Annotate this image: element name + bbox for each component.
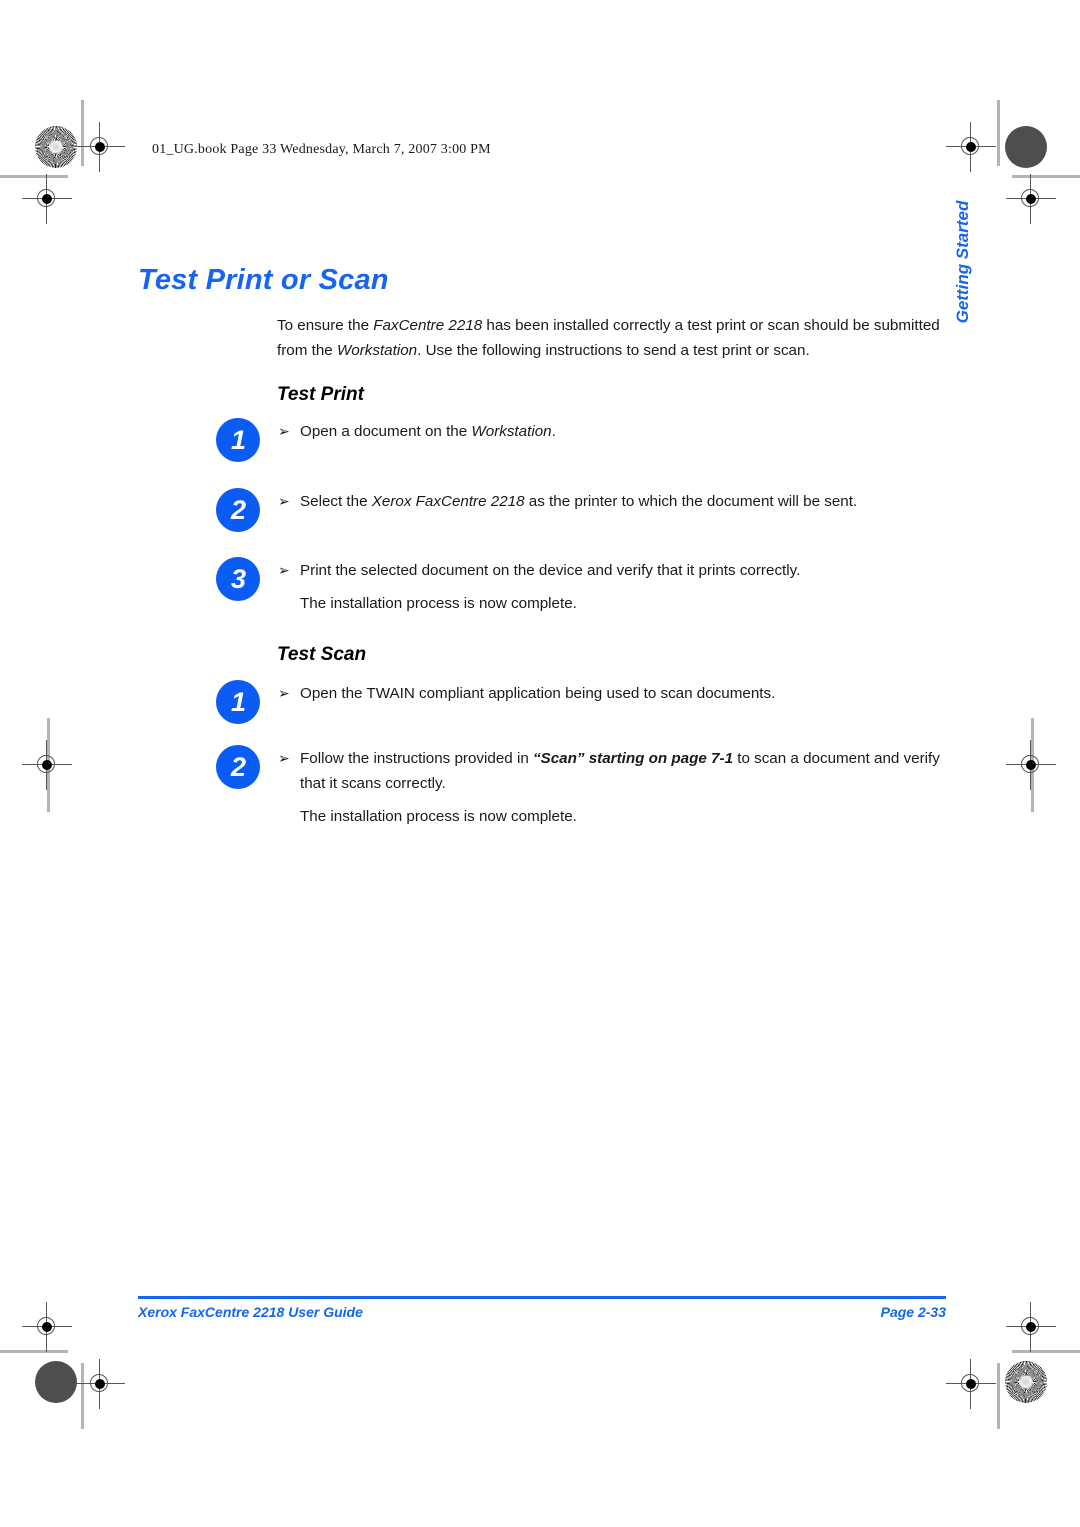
intro-paragraph: To ensure the FaxCentre 2218 has been in…: [277, 313, 945, 363]
footer-guide-title: Xerox FaxCentre 2218 User Guide: [138, 1304, 363, 1320]
registration-mark-bottom-right: [946, 1359, 996, 1409]
radial-target-bottom-right: [1005, 1361, 1047, 1403]
registration-mark-bottom-left: [75, 1359, 125, 1409]
footer-divider: [138, 1296, 946, 1299]
step-number-badge: 2: [216, 488, 260, 532]
intro-italic-2: Workstation: [336, 342, 418, 360]
intro-italic-1: FaxCentre 2218: [373, 317, 483, 335]
registration-mark-upper-right: [1006, 174, 1056, 224]
step-text-2: .: [551, 423, 556, 440]
step-note: The installation process is now complete…: [300, 595, 577, 612]
step-note: The installation process is now complete…: [300, 808, 577, 825]
registration-mark-mid-left: [22, 740, 72, 790]
step-text-1: Select the: [300, 493, 372, 510]
crop-bar-left-upper: [0, 175, 68, 178]
crop-bar-left-lower: [0, 1350, 68, 1353]
step-text-2: as the printer to which the document wil…: [524, 493, 858, 510]
step-text-1: Open a document on the: [300, 423, 472, 440]
arrow-bullet-icon: ➢: [278, 493, 290, 509]
crop-bar-bottom-left: [81, 1363, 84, 1429]
footer-page-number: Page 2-33: [880, 1304, 946, 1320]
step-text: ➢ Select the Xerox FaxCentre 2218 as the …: [278, 489, 946, 514]
step-italic: Xerox FaxCentre 2218: [371, 493, 525, 510]
registration-mark-upper-left: [22, 174, 72, 224]
registration-mark-lower-right: [1006, 1302, 1056, 1352]
crop-bar-right-lower: [1012, 1350, 1080, 1353]
registration-mark-top-left: [75, 122, 125, 172]
registration-mark-top-right: [946, 122, 996, 172]
step-italic: Workstation: [471, 423, 552, 440]
solid-target-top-right: [1005, 126, 1047, 168]
intro-text-3: . Use the following instructions to send…: [417, 342, 810, 360]
document-page: 01_UG.book Page 33 Wednesday, March 7, 2…: [0, 0, 1080, 1527]
step-cross-reference[interactable]: “Scan” starting on page 7-1: [533, 750, 733, 767]
step-text: ➢ Follow the instructions provided in “Sc…: [278, 746, 946, 796]
file-slug-line: 01_UG.book Page 33 Wednesday, March 7, 2…: [152, 142, 491, 157]
step-text-1: Open the TWAIN compliant application bei…: [300, 685, 776, 702]
step-text: ➢ Print the selected document on the devi…: [278, 558, 946, 583]
section-heading-test-scan: Test Scan: [277, 643, 367, 665]
arrow-bullet-icon: ➢: [278, 423, 290, 439]
step-number-badge: 2: [216, 745, 260, 789]
step-number-badge: 1: [216, 680, 260, 724]
side-tab-getting-started: Getting Started: [953, 200, 972, 324]
arrow-bullet-icon: ➢: [278, 750, 290, 766]
crop-bar-bottom-right: [997, 1363, 1000, 1429]
step-text: ➢ Open a document on the Workstation.: [278, 419, 946, 444]
crop-bar-top-left: [81, 100, 84, 166]
step-body: ➢ Select the Xerox FaxCentre 2218 as the …: [278, 489, 946, 514]
step-number-badge: 1: [216, 418, 260, 462]
arrow-bullet-icon: ➢: [278, 562, 290, 578]
intro-text-1: To ensure the: [277, 317, 374, 335]
crop-bar-top-right: [997, 100, 1000, 166]
registration-mark-lower-left: [22, 1302, 72, 1352]
step-body: ➢ Follow the instructions provided in “Sc…: [278, 746, 946, 829]
step-text-1: Print the selected document on the devic…: [300, 562, 801, 579]
solid-target-bottom-left: [35, 1361, 77, 1403]
step-text: ➢ Open the TWAIN compliant application be…: [278, 681, 946, 706]
step-body: ➢ Open a document on the Workstation.: [278, 419, 946, 444]
page-title: Test Print or Scan: [138, 264, 389, 297]
radial-target-top-left: [35, 126, 77, 168]
step-body: ➢ Open the TWAIN compliant application be…: [278, 681, 946, 706]
step-text-1: Follow the instructions provided in: [300, 750, 533, 767]
registration-mark-mid-right: [1006, 740, 1056, 790]
section-heading-test-print: Test Print: [277, 383, 364, 405]
step-number-badge: 3: [216, 557, 260, 601]
step-body: ➢ Print the selected document on the devi…: [278, 558, 946, 616]
arrow-bullet-icon: ➢: [278, 685, 290, 701]
crop-bar-right-upper: [1012, 175, 1080, 178]
